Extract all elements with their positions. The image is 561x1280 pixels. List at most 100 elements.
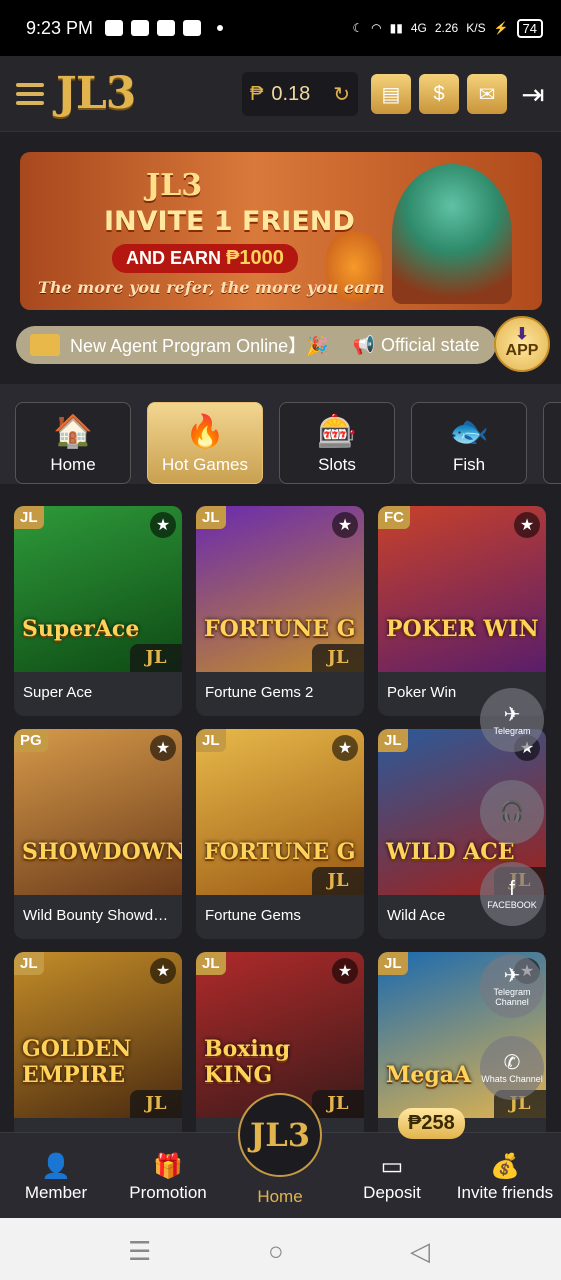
- floating-whatsapp-button[interactable]: ✆ Whats Channel: [480, 1036, 544, 1100]
- banner-earn: AND EARN ₱1000: [112, 244, 298, 273]
- game-art-title: POKER WIN: [386, 616, 539, 642]
- money-bag-icon: 💰: [490, 1153, 520, 1180]
- megaphone-icon: 📢: [352, 334, 375, 355]
- currency-symbol: ₱: [250, 82, 264, 105]
- deposit-money-icon[interactable]: $: [419, 74, 459, 114]
- nav-home-label: Home: [257, 1187, 303, 1206]
- provider-badge: JL: [196, 952, 226, 975]
- banner-headline: INVITE 1 FRIEND: [104, 206, 355, 237]
- floating-telegram-channel-button[interactable]: ✈ Telegram Channel: [480, 954, 544, 1018]
- fish-icon: 🐟: [449, 413, 489, 449]
- floating-facebook-button[interactable]: f FACEBOOK: [480, 862, 544, 926]
- nav-deposit-label: Deposit: [363, 1183, 421, 1202]
- game-name: Super Ace: [23, 684, 93, 701]
- app-notification-icon: [157, 20, 176, 36]
- nav-home[interactable]: Home: [224, 1187, 336, 1207]
- nav-promotion-label: Promotion: [129, 1183, 207, 1202]
- favorite-star-icon[interactable]: ★: [150, 735, 176, 761]
- favorite-star-icon[interactable]: ★: [150, 512, 176, 538]
- announcement-marquee[interactable]: New Agent Program Online】🎉 📢 Official st…: [16, 326, 496, 364]
- game-art-title: SuperAce: [22, 616, 140, 642]
- earn-prefix: AND EARN: [126, 248, 222, 268]
- hamburger-menu-icon[interactable]: [16, 82, 44, 105]
- game-art-title: GOLDEN EMPIRE: [22, 1036, 132, 1088]
- nav-deposit[interactable]: ▭ Deposit: [336, 1151, 448, 1203]
- favorite-star-icon[interactable]: ★: [332, 735, 358, 761]
- game-art-title: Boxing KING: [204, 1036, 291, 1088]
- category-label: Fish: [452, 455, 486, 474]
- category-label: Slots: [318, 455, 356, 474]
- signal-icon: ▮▮: [389, 21, 403, 35]
- floating-label: FACEBOOK: [487, 900, 537, 910]
- moon-icon: ☾: [352, 21, 364, 35]
- floating-telegram-button[interactable]: ✈ Telegram: [480, 688, 544, 752]
- telegram-channel-icon: ✈: [503, 965, 521, 987]
- chat-icon: [183, 20, 202, 36]
- flame-icon: 🔥: [185, 413, 225, 449]
- app-label: APP: [505, 342, 539, 359]
- favorite-star-icon[interactable]: ★: [150, 958, 176, 984]
- home-circle-icon[interactable]: ○: [268, 1236, 284, 1267]
- game-thumbnail[interactable]: SuperAce JL ★ JL: [14, 506, 182, 672]
- character-image: [392, 164, 512, 304]
- home-logo-button[interactable]: JL3: [238, 1093, 322, 1177]
- nav-promotion[interactable]: 🎁 Promotion: [112, 1151, 224, 1203]
- promo-banner[interactable]: JL3 INVITE 1 FRIEND AND EARN ₱1000 The m…: [20, 152, 542, 310]
- jl-brand-logo: JL: [312, 644, 364, 672]
- game-card[interactable]: GOLDEN EMPIREJL★JLGolden Empire: [14, 952, 182, 1162]
- gift-icon: 🎁: [153, 1153, 183, 1180]
- wallet-icon: ▭: [380, 1153, 404, 1180]
- game-card[interactable]: SuperAce JL ★ JL Super Ace: [14, 506, 182, 716]
- category-tab-l[interactable]: L: [543, 402, 561, 484]
- game-name: Fortune Gems 2: [205, 684, 314, 701]
- category-tabs: 🏠 Home 🔥 Hot Games 🎰 Slots 🐟 Fish L: [0, 384, 561, 484]
- back-triangle-icon[interactable]: ◁: [410, 1236, 430, 1267]
- game-thumbnail[interactable]: FORTUNE G JL ★ JL: [196, 506, 364, 672]
- live-icon: [544, 411, 561, 451]
- jl-brand-logo: JL: [130, 644, 182, 672]
- game-card[interactable]: FORTUNE G JL ★ JL Fortune Gems: [196, 729, 364, 939]
- game-name: Fortune Gems: [205, 907, 301, 924]
- headset-icon: 🎧: [499, 801, 525, 823]
- more-dot-icon: [217, 25, 224, 31]
- category-tab-home[interactable]: 🏠 Home: [15, 402, 131, 484]
- notification-icons: [105, 20, 224, 36]
- nav-member-label: Member: [24, 1183, 88, 1202]
- provider-badge: FC: [378, 506, 410, 529]
- deposit-badge: ₱258: [398, 1108, 465, 1139]
- game-card[interactable]: SHOWDOWN PG ★ Wild Bounty Showdo...: [14, 729, 182, 939]
- game-thumbnail[interactable]: FORTUNE G JL ★ JL: [196, 729, 364, 895]
- jl-brand-logo: JL: [312, 867, 364, 895]
- game-thumbnail[interactable]: GOLDEN EMPIRE JL ★ JL: [14, 952, 182, 1118]
- app-header: JL3 ₱ 0.18 ↻ ▤ $ ✉ ⇥: [0, 56, 561, 132]
- favorite-star-icon[interactable]: ★: [332, 512, 358, 538]
- banner-title: JL3: [146, 168, 203, 203]
- mail-icon[interactable]: ✉: [467, 74, 507, 114]
- app-download-button[interactable]: ⬇ APP: [494, 316, 550, 372]
- favorite-star-icon[interactable]: ★: [514, 512, 540, 538]
- bolt-icon: ⚡: [493, 21, 509, 35]
- jl3-logo: JL3: [56, 68, 136, 119]
- refresh-icon[interactable]: ↻: [333, 82, 350, 107]
- game-thumbnail[interactable]: SHOWDOWN PG ★: [14, 729, 182, 895]
- favorite-star-icon[interactable]: ★: [332, 958, 358, 984]
- banner-subline: The more you refer, the more you earn: [38, 278, 385, 297]
- speed-unit: K/S: [466, 21, 486, 35]
- category-tab-hot-games[interactable]: 🔥 Hot Games: [147, 402, 263, 484]
- game-art-title: MegaA: [386, 1062, 472, 1088]
- nav-invite[interactable]: 💰 Invite friends: [449, 1151, 561, 1203]
- category-tab-fish[interactable]: 🐟 Fish: [411, 402, 527, 484]
- provider-badge: JL: [14, 952, 44, 975]
- game-thumbnail[interactable]: POKER WIN FC ★: [378, 506, 546, 672]
- category-tab-slots[interactable]: 🎰 Slots: [279, 402, 395, 484]
- announcement-text-2: Official state: [380, 334, 480, 355]
- game-art-title: FORTUNE G: [204, 839, 356, 865]
- game-card[interactable]: POKER WIN FC ★ Poker Win: [378, 506, 546, 716]
- recent-apps-icon[interactable]: ☰: [128, 1236, 151, 1267]
- withdraw-icon[interactable]: ▤: [371, 74, 411, 114]
- game-card[interactable]: FORTUNE G JL ★ JL Fortune Gems 2: [196, 506, 364, 716]
- nav-member[interactable]: 👤 Member: [0, 1151, 112, 1203]
- earn-amount: ₱1000: [226, 247, 284, 269]
- logout-icon[interactable]: ⇥: [513, 74, 553, 114]
- floating-headset-button[interactable]: 🎧: [480, 780, 544, 844]
